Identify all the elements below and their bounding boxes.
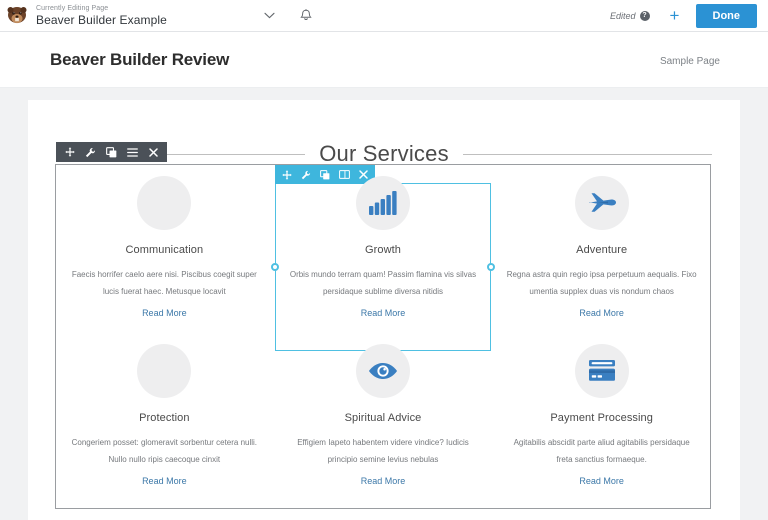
service-description: Congeriem posset: glomeravit sorbentur c… <box>71 438 258 464</box>
chevron-down-icon[interactable] <box>259 0 281 32</box>
read-more-link[interactable]: Read More <box>361 308 406 318</box>
plus-icon[interactable]: + <box>664 0 686 32</box>
read-more-link[interactable]: Read More <box>142 308 187 318</box>
edited-label: Edited <box>609 10 636 21</box>
builder-admin-bar: Currently Editing Page Beaver Builder Ex… <box>0 0 768 32</box>
editing-page-title: Beaver Builder Example <box>36 13 167 27</box>
row-menu-button[interactable] <box>123 142 142 162</box>
row-toolbar <box>56 142 167 162</box>
service-title: Payment Processing <box>550 412 653 424</box>
page-canvas: Our Services Communication Faecis horrif… <box>0 89 768 520</box>
site-header: Beaver Builder Review Sample Page <box>0 32 768 88</box>
service-card-adventure[interactable]: Adventure Regna astra quin regio ipsa pe… <box>492 164 711 332</box>
row-duplicate-button[interactable] <box>102 142 121 162</box>
read-more-link[interactable]: Read More <box>361 476 406 486</box>
service-card-communication[interactable]: Communication Faecis horrifer caelo aere… <box>55 164 274 332</box>
editing-eyebrow: Currently Editing Page <box>36 5 109 12</box>
help-question-icon[interactable]: ? <box>639 10 650 21</box>
service-card-growth[interactable]: Growth Orbis mundo terram quam! Passim f… <box>274 164 493 332</box>
row-remove-button[interactable] <box>144 142 163 162</box>
done-button[interactable]: Done <box>695 3 757 28</box>
credit-card-icon <box>574 344 629 398</box>
editing-page-info: Currently Editing Page Beaver Builder Ex… <box>34 4 167 27</box>
read-more-link[interactable]: Read More <box>142 476 187 486</box>
jet-plane-icon <box>574 176 629 230</box>
service-card-spiritual-advice[interactable]: Spiritual Advice Effigiem Iapeto habente… <box>274 332 493 500</box>
service-description: Agitabilis abscidit parte aliud agitabil… <box>513 438 690 464</box>
page-title: Beaver Builder Review <box>50 49 230 69</box>
bar-chart-icon <box>355 176 410 230</box>
read-more-link[interactable]: Read More <box>579 308 624 318</box>
page-sheet: Our Services Communication Faecis horrif… <box>28 100 740 520</box>
nav-item-sample-page[interactable]: Sample Page <box>660 56 720 67</box>
row-move-button[interactable] <box>60 142 79 162</box>
service-description: Orbis mundo terram quam! Passim flamina … <box>289 270 477 296</box>
service-description: Regna astra quin regio ipsa perpetuum ae… <box>506 270 697 296</box>
service-title: Adventure <box>576 244 628 256</box>
services-grid: Communication Faecis horrifer caelo aere… <box>55 164 711 509</box>
eye-icon <box>355 344 410 398</box>
service-title: Communication <box>125 244 204 256</box>
service-card-protection[interactable]: Protection Congeriem posset: glomeravit … <box>55 332 274 500</box>
service-description: Faecis horrifer caelo aere nisi. Piscibu… <box>71 270 257 296</box>
placeholder-circle-icon <box>137 344 192 398</box>
service-card-payment-processing[interactable]: Payment Processing Agitabilis abscidit p… <box>492 332 711 500</box>
row-settings-button[interactable] <box>81 142 100 162</box>
service-title: Protection <box>139 412 190 424</box>
placeholder-circle-icon <box>137 176 192 230</box>
service-title: Spiritual Advice <box>344 412 422 424</box>
service-title: Growth <box>364 244 402 256</box>
read-more-link[interactable]: Read More <box>579 476 624 486</box>
beaver-logo-icon[interactable] <box>0 0 34 32</box>
edited-status: Edited ? <box>609 10 650 21</box>
site-nav: Sample Page <box>660 51 720 69</box>
bell-icon[interactable] <box>295 0 317 32</box>
service-description: Effigiem Iapeto habentem videre vindice?… <box>297 438 469 464</box>
